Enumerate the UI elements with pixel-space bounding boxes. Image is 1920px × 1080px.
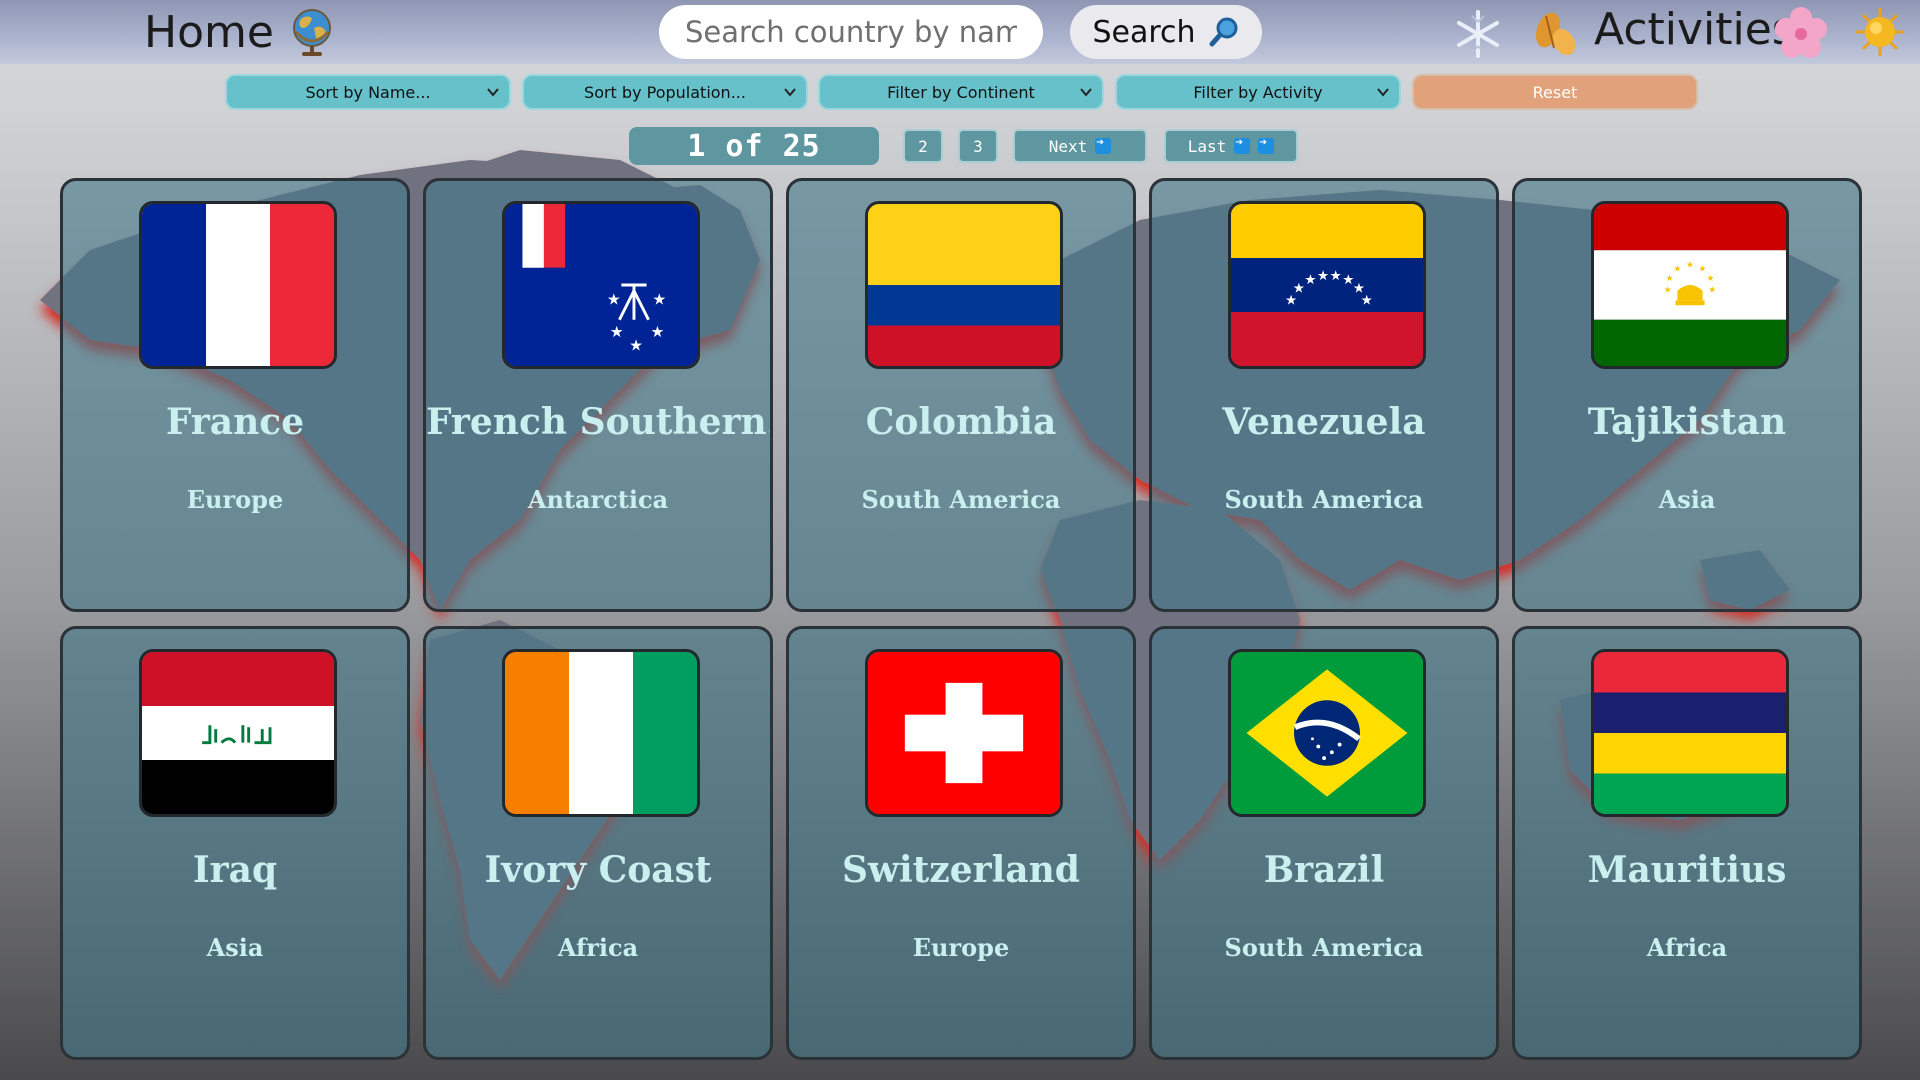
arrow-right-icon bbox=[1095, 135, 1112, 154]
country-continent: South America bbox=[861, 485, 1061, 514]
magnifier-icon bbox=[1209, 17, 1238, 47]
filter-by-activity-select[interactable]: Filter by Activity bbox=[1115, 74, 1401, 110]
arrow-right-icon bbox=[1234, 135, 1251, 154]
flag-ivory-coast bbox=[502, 649, 700, 817]
filter-by-activity-label: Filter by Activity bbox=[1193, 82, 1323, 102]
svg-text:★: ★ bbox=[1706, 274, 1714, 284]
svg-text:★: ★ bbox=[610, 323, 624, 341]
page-3-label: 3 bbox=[973, 136, 983, 156]
search-input[interactable] bbox=[659, 5, 1043, 59]
next-button[interactable]: Next bbox=[1013, 129, 1147, 163]
page-2-label: 2 bbox=[918, 136, 928, 156]
country-name: French Southern… bbox=[426, 401, 770, 443]
flag-iraq bbox=[139, 649, 337, 817]
activities-link[interactable]: Activities bbox=[1594, 4, 1795, 55]
country-continent: Africa bbox=[1646, 933, 1728, 962]
page-2-button[interactable]: 2 bbox=[903, 129, 943, 163]
search-button-label: Search bbox=[1092, 14, 1196, 50]
filter-bar: Sort by Name... Sort by Population... Fi… bbox=[0, 74, 1920, 112]
top-navbar: Home Search Ac bbox=[0, 0, 1920, 64]
svg-text:★: ★ bbox=[1708, 286, 1716, 296]
country-name: France bbox=[165, 401, 305, 443]
pagination-bar: 1 of 25 2 3 Next Last bbox=[0, 126, 1920, 166]
next-label: Next bbox=[1048, 136, 1088, 156]
page-indicator: 1 of 25 bbox=[629, 127, 879, 165]
arrow-right-icon bbox=[1258, 135, 1275, 154]
country-name: Tajikistan bbox=[1587, 401, 1787, 443]
country-card[interactable]: ★ ★ ★ ★ ★ French Southern… Antarctica bbox=[423, 178, 773, 612]
country-card[interactable]: Brazil South America bbox=[1149, 626, 1499, 1060]
svg-text:★: ★ bbox=[1699, 265, 1707, 275]
svg-text:★: ★ bbox=[1330, 268, 1342, 284]
country-continent: Asia bbox=[206, 933, 264, 962]
country-card[interactable]: Ivory Coast Africa bbox=[423, 626, 773, 1060]
filter-by-continent-label: Filter by Continent bbox=[887, 82, 1035, 102]
svg-text:★: ★ bbox=[607, 290, 621, 308]
country-card[interactable]: Colombia South America bbox=[786, 178, 1136, 612]
country-card[interactable]: ★ ★ ★ ★ ★ ★ ★ ★ Venezuela South America bbox=[1149, 178, 1499, 612]
country-grid: France Europe ★★ ★★★ French Southern… bbox=[60, 178, 1862, 1060]
blossom-icon[interactable] bbox=[1774, 6, 1828, 60]
svg-text:★: ★ bbox=[1361, 292, 1373, 308]
country-continent: Europe bbox=[186, 485, 284, 514]
country-continent: Europe bbox=[912, 933, 1010, 962]
chevron-down-icon bbox=[1080, 88, 1092, 97]
last-button[interactable]: Last bbox=[1164, 129, 1298, 163]
globe-icon bbox=[292, 9, 331, 56]
country-card[interactable]: Iraq Asia bbox=[60, 626, 410, 1060]
country-card[interactable]: ★ ★ ★ ★ ★ ★ ★ Tajikistan Asia bbox=[1512, 178, 1862, 612]
country-name: Venezuela bbox=[1222, 401, 1426, 443]
country-continent: Asia bbox=[1658, 485, 1716, 514]
page-3-button[interactable]: 3 bbox=[958, 129, 998, 163]
autumn-leaf-icon[interactable] bbox=[1528, 8, 1582, 60]
chevron-down-icon bbox=[1377, 88, 1389, 97]
snowflake-icon[interactable] bbox=[1452, 8, 1504, 60]
svg-text:★: ★ bbox=[1666, 274, 1674, 284]
flag-tajikistan: ★ ★ ★ ★ ★ ★ ★ bbox=[1591, 201, 1789, 369]
svg-text:★: ★ bbox=[1664, 286, 1672, 296]
filter-by-continent-select[interactable]: Filter by Continent bbox=[818, 74, 1104, 110]
country-card[interactable]: France Europe bbox=[60, 178, 410, 612]
svg-text:★: ★ bbox=[1686, 261, 1694, 271]
country-continent: South America bbox=[1224, 933, 1424, 962]
chevron-down-icon bbox=[487, 88, 499, 97]
flag-france bbox=[139, 201, 337, 369]
svg-text:★: ★ bbox=[650, 323, 664, 341]
flag-brazil bbox=[1228, 649, 1426, 817]
flag-french-southern: ★ ★ ★ ★ ★ bbox=[502, 201, 700, 369]
flag-mauritius bbox=[1591, 649, 1789, 817]
sun-icon[interactable] bbox=[1854, 6, 1906, 58]
country-continent: South America bbox=[1224, 485, 1424, 514]
sort-by-population-label: Sort by Population... bbox=[584, 82, 746, 102]
country-name: Switzerland bbox=[842, 849, 1080, 891]
flag-switzerland bbox=[865, 649, 1063, 817]
sort-by-name-label: Sort by Name... bbox=[305, 82, 431, 102]
country-continent: Africa bbox=[557, 933, 639, 962]
country-name: Ivory Coast bbox=[484, 849, 712, 891]
flag-colombia bbox=[865, 201, 1063, 369]
last-label: Last bbox=[1187, 136, 1227, 156]
chevron-down-icon bbox=[784, 88, 796, 97]
reset-label: Reset bbox=[1532, 82, 1578, 102]
country-card[interactable]: Switzerland Europe bbox=[786, 626, 1136, 1060]
home-link[interactable]: Home bbox=[144, 6, 336, 58]
country-card[interactable]: Mauritius Africa bbox=[1512, 626, 1862, 1060]
reset-button[interactable]: Reset bbox=[1412, 74, 1698, 110]
svg-text:★: ★ bbox=[1293, 281, 1305, 297]
sort-by-population-select[interactable]: Sort by Population... bbox=[522, 74, 808, 110]
country-name: Brazil bbox=[1263, 849, 1385, 891]
search-button[interactable]: Search bbox=[1070, 5, 1262, 59]
country-name: Iraq bbox=[192, 849, 278, 891]
flag-venezuela: ★ ★ ★ ★ ★ ★ ★ ★ bbox=[1228, 201, 1426, 369]
country-name: Colombia bbox=[865, 401, 1057, 443]
svg-text:★: ★ bbox=[1304, 272, 1316, 288]
home-label: Home bbox=[144, 6, 274, 58]
sort-by-name-select[interactable]: Sort by Name... bbox=[225, 74, 511, 110]
svg-text:★: ★ bbox=[629, 337, 643, 355]
svg-text:★: ★ bbox=[1317, 268, 1329, 284]
country-continent: Antarctica bbox=[527, 485, 669, 514]
svg-text:★: ★ bbox=[652, 290, 666, 308]
svg-text:★: ★ bbox=[1673, 265, 1681, 275]
country-name: Mauritius bbox=[1587, 849, 1787, 891]
